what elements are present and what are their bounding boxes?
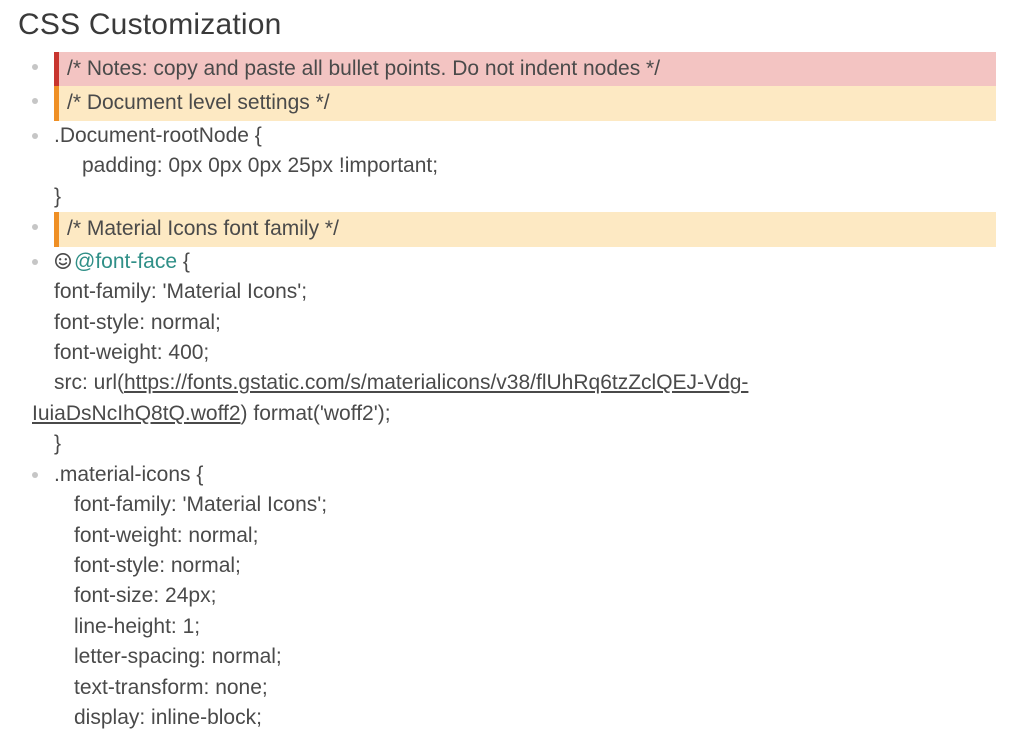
page-title: CSS Customization (18, 8, 1006, 42)
code-line: font-size: 24px; (54, 581, 1006, 611)
code-line: line-height: 1; (54, 612, 1006, 642)
list-item: .Document-rootNode { padding: 0px 0px 0p… (32, 121, 1006, 212)
code-line: } (54, 182, 1006, 212)
code-line: letter-spacing: normal; (54, 642, 1006, 672)
comment-material-icons: /* Material Icons font family */ (54, 212, 996, 246)
code-line: .material-icons { (54, 460, 1006, 490)
list-item: /* Document level settings */ (32, 86, 1006, 120)
code-line: display: inline-block; (54, 703, 1006, 733)
list-item: @font-face { font-family: 'Material Icon… (32, 247, 1006, 460)
code-line: font-style: normal; (54, 308, 1006, 338)
at-rule-font-face: @font-face (74, 250, 177, 273)
code-line: IuiaDsNcIhQ8tQ.woff2) format('woff2'); (32, 399, 1006, 429)
code-block-document-root: .Document-rootNode { padding: 0px 0px 0p… (54, 121, 1006, 212)
code-block-material-icons-class: .material-icons { font-family: 'Material… (54, 460, 1006, 734)
code-line: src: url(https://fonts.gstatic.com/s/mat… (54, 368, 1006, 398)
smiley-icon (54, 252, 72, 270)
code-line: } (54, 429, 1006, 459)
comment-doc-settings: /* Document level settings */ (54, 86, 996, 120)
code-line: font-style: normal; (54, 551, 1006, 581)
code-line: padding: 0px 0px 0px 25px !important; (54, 151, 1006, 181)
list-item: /* Notes: copy and paste all bullet poin… (32, 52, 1006, 86)
code-line: font-weight: normal; (54, 521, 1006, 551)
code-line: text-transform: none; (54, 673, 1006, 703)
code-line: font-family: 'Material Icons'; (54, 277, 1006, 307)
comment-notes: /* Notes: copy and paste all bullet poin… (54, 52, 996, 86)
src-prefix: src: url( (54, 371, 124, 394)
code-line: font-family: 'Material Icons'; (54, 490, 1006, 520)
code-line: .Document-rootNode { (54, 121, 1006, 151)
font-url-link-cont[interactable]: IuiaDsNcIhQ8tQ.woff2 (32, 402, 241, 425)
src-suffix: ) format('woff2'); (241, 402, 391, 425)
code-line: @font-face { (54, 247, 1006, 277)
list-item: .material-icons { font-family: 'Material… (32, 460, 1006, 734)
brace-open: { (177, 250, 190, 273)
code-block-font-face: @font-face { font-family: 'Material Icon… (54, 247, 1006, 460)
list-item: /* Material Icons font family */ (32, 212, 1006, 246)
font-url-link[interactable]: https://fonts.gstatic.com/s/materialicon… (124, 371, 748, 394)
page: CSS Customization /* Notes: copy and pas… (0, 0, 1024, 734)
code-line: font-weight: 400; (54, 338, 1006, 368)
outline-list: /* Notes: copy and paste all bullet poin… (18, 52, 1006, 734)
